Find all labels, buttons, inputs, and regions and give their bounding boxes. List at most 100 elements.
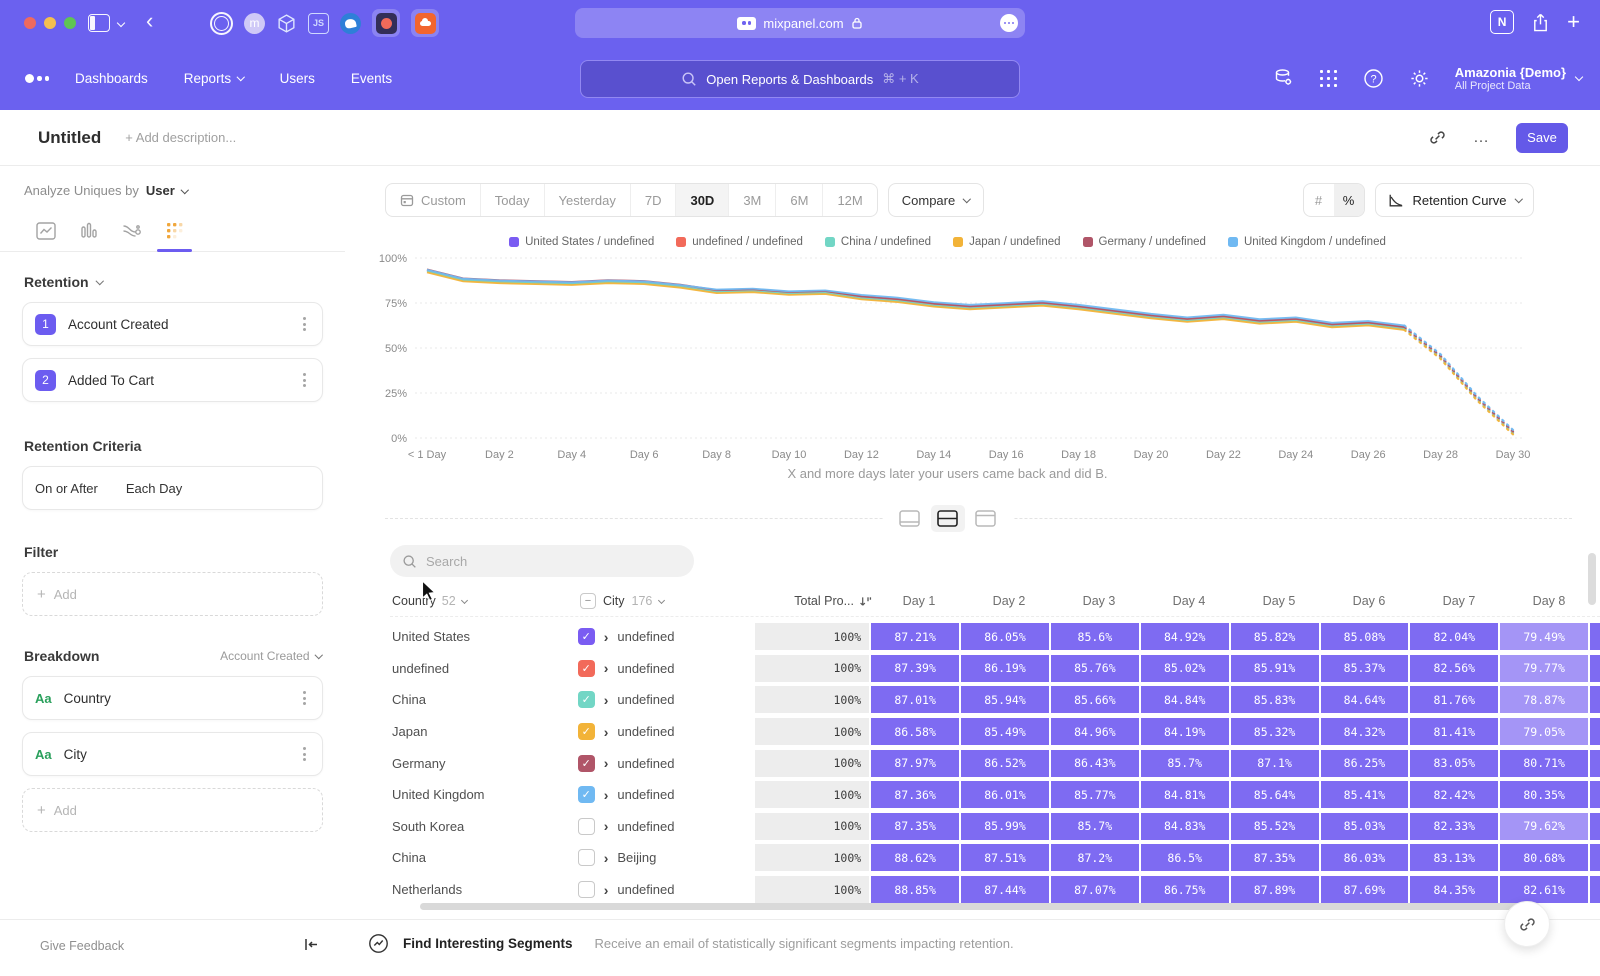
- format-percent-button[interactable]: %: [1334, 184, 1364, 216]
- breakdown-card[interactable]: AaCountry: [22, 676, 323, 720]
- global-search-button[interactable]: Open Reports & Dashboards ⌘ + K: [580, 60, 1020, 98]
- data-management-icon[interactable]: [1273, 68, 1294, 88]
- date-range-6m[interactable]: 6M: [775, 184, 822, 216]
- cloud-extension-icon[interactable]: [411, 9, 439, 37]
- add-filter-button[interactable]: + Add: [22, 572, 323, 616]
- row-checkbox[interactable]: ✓: [578, 786, 595, 803]
- view-chart-only-button[interactable]: [893, 505, 927, 532]
- mixpanel-logo-icon[interactable]: [25, 74, 49, 83]
- row-checkbox[interactable]: [578, 818, 595, 835]
- retention-section-header[interactable]: Retention: [24, 274, 321, 290]
- date-range-today[interactable]: Today: [480, 184, 544, 216]
- new-tab-icon[interactable]: +: [1567, 12, 1580, 32]
- close-window-button[interactable]: [24, 17, 36, 29]
- expand-row-icon[interactable]: ›: [604, 883, 609, 897]
- total-column-header[interactable]: Total Pro...: [758, 594, 874, 608]
- criteria-interval[interactable]: Each Day: [126, 481, 182, 496]
- analyze-uniques-control[interactable]: Analyze Uniques by User: [24, 183, 345, 198]
- expand-row-icon[interactable]: ›: [604, 661, 609, 675]
- product-extension-icon[interactable]: [372, 9, 400, 37]
- find-segments-row[interactable]: Find Interesting Segments Receive an ema…: [368, 933, 1014, 954]
- criteria-condition[interactable]: On or After: [35, 481, 98, 496]
- url-options-icon[interactable]: [1000, 14, 1018, 32]
- expand-row-icon[interactable]: ›: [604, 693, 609, 707]
- give-feedback-link[interactable]: Give Feedback: [40, 939, 124, 953]
- legend-item[interactable]: United States / undefined: [509, 236, 654, 248]
- chevron-down-icon[interactable]: [117, 19, 125, 27]
- day-column-header[interactable]: Day 4: [1144, 594, 1234, 608]
- more-options-icon[interactable]: …: [1473, 129, 1490, 147]
- day-column-header[interactable]: Day 7: [1414, 594, 1504, 608]
- date-range-yesterday[interactable]: Yesterday: [544, 184, 630, 216]
- expand-row-icon[interactable]: ›: [604, 819, 609, 833]
- format-count-button[interactable]: #: [1304, 184, 1334, 216]
- day-column-header[interactable]: Day 8: [1504, 594, 1594, 608]
- row-checkbox[interactable]: ✓: [578, 723, 595, 740]
- date-range-12m[interactable]: 12M: [822, 184, 876, 216]
- tab-insights[interactable]: [24, 211, 67, 251]
- row-checkbox[interactable]: [578, 849, 595, 866]
- row-checkbox[interactable]: ✓: [578, 755, 595, 772]
- horizontal-scrollbar[interactable]: [420, 903, 1540, 910]
- settings-gear-icon[interactable]: [1409, 68, 1430, 89]
- tab-retention[interactable]: [153, 211, 196, 251]
- row-checkbox[interactable]: ✓: [578, 660, 595, 677]
- criteria-card[interactable]: On or After Each Day: [22, 466, 323, 510]
- date-range-30d[interactable]: 30D: [675, 184, 728, 216]
- view-table-only-button[interactable]: [969, 505, 1003, 532]
- vertical-scrollbar[interactable]: [1588, 553, 1596, 605]
- nav-item-reports[interactable]: Reports: [184, 71, 244, 86]
- row-checkbox[interactable]: [578, 881, 595, 898]
- legend-item[interactable]: Germany / undefined: [1083, 236, 1206, 248]
- back-button[interactable]: ‹: [146, 8, 153, 34]
- breakdown-card[interactable]: AaCity: [22, 732, 323, 776]
- cube-extension-icon[interactable]: [276, 13, 297, 34]
- notion-extension-icon[interactable]: N: [1490, 10, 1514, 34]
- password-extension-icon[interactable]: [210, 12, 233, 35]
- bird-extension-icon[interactable]: [340, 13, 361, 34]
- url-bar[interactable]: mixpanel.com: [575, 8, 1025, 38]
- expand-row-icon[interactable]: ›: [604, 725, 609, 739]
- copy-link-icon[interactable]: [1428, 128, 1447, 147]
- legend-item[interactable]: Japan / undefined: [953, 236, 1060, 248]
- nav-item-events[interactable]: Events: [351, 71, 392, 86]
- date-range-3m[interactable]: 3M: [728, 184, 775, 216]
- share-icon[interactable]: [1531, 12, 1550, 33]
- day-column-header[interactable]: Day 2: [964, 594, 1054, 608]
- help-icon[interactable]: ?: [1363, 68, 1384, 89]
- add-description[interactable]: + Add description...: [125, 130, 236, 145]
- project-switcher[interactable]: Amazonia {Demo} All Project Data: [1455, 65, 1582, 92]
- select-all-checkbox[interactable]: −: [580, 593, 596, 609]
- row-checkbox[interactable]: ✓: [578, 691, 595, 708]
- save-button[interactable]: Save: [1516, 123, 1568, 153]
- chart-type-dropdown[interactable]: Retention Curve: [1375, 183, 1534, 217]
- m-extension-icon[interactable]: m: [244, 13, 265, 34]
- compare-button[interactable]: Compare: [888, 183, 984, 217]
- retention-step-card[interactable]: 2Added To Cart: [22, 358, 323, 402]
- apps-grid-icon[interactable]: [1319, 69, 1338, 88]
- row-checkbox[interactable]: ✓: [578, 628, 595, 645]
- share-link-fab[interactable]: [1504, 901, 1550, 947]
- nav-item-users[interactable]: Users: [280, 71, 315, 86]
- tab-flows[interactable]: [110, 211, 153, 251]
- report-title[interactable]: Untitled: [38, 128, 101, 148]
- city-column-header[interactable]: − City 176: [580, 593, 758, 609]
- date-range-7d[interactable]: 7D: [630, 184, 676, 216]
- date-range-custom[interactable]: Custom: [386, 184, 480, 216]
- collapse-sidebar-icon[interactable]: [303, 937, 320, 952]
- day-column-header[interactable]: Day 3: [1054, 594, 1144, 608]
- kebab-menu-icon[interactable]: [299, 313, 310, 335]
- day-column-header[interactable]: Day 5: [1234, 594, 1324, 608]
- legend-item[interactable]: undefined / undefined: [676, 236, 803, 248]
- view-split-button[interactable]: [931, 505, 965, 532]
- kebab-menu-icon[interactable]: [299, 743, 310, 765]
- expand-row-icon[interactable]: ›: [604, 788, 609, 802]
- browser-sidebar-toggle-icon[interactable]: [88, 14, 110, 32]
- retention-line-chart[interactable]: 100%75%50%25%0%< 1 DayDay 2Day 4Day 6Day…: [367, 252, 1537, 464]
- kebab-menu-icon[interactable]: [299, 687, 310, 709]
- expand-row-icon[interactable]: ›: [604, 756, 609, 770]
- add-breakdown-button[interactable]: + Add: [22, 788, 323, 832]
- js-extension-icon[interactable]: JS: [308, 13, 329, 34]
- legend-item[interactable]: United Kingdom / undefined: [1228, 236, 1386, 248]
- expand-row-icon[interactable]: ›: [604, 630, 609, 644]
